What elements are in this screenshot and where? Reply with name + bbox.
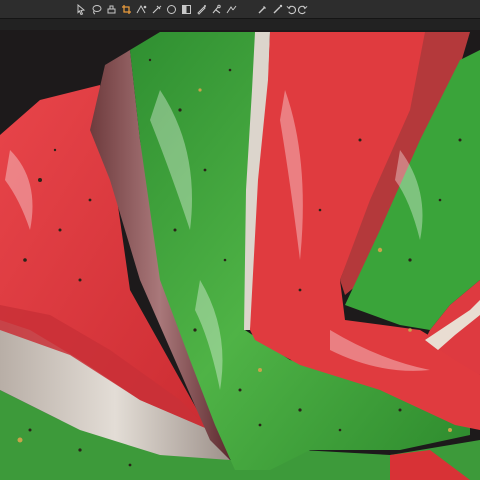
tool-group-right: [256, 3, 310, 15]
pipette-tool-icon: [258, 5, 266, 13]
lasso-tool-icon: [92, 4, 102, 14]
photo-editor-window: [0, 0, 480, 480]
brush-tool-button[interactable]: [105, 3, 118, 15]
undo-icon: [286, 5, 296, 14]
color-picker-icon: [152, 5, 162, 13]
text-tool-icon: [226, 5, 237, 13]
transform-tool-button[interactable]: [135, 3, 148, 15]
gradient-tool-icon: [167, 4, 176, 14]
tool-bar: [0, 0, 480, 19]
crop-tool-icon: [122, 4, 131, 14]
canvas-top-margin: [0, 19, 480, 30]
shape-tool-icon: [182, 4, 191, 14]
redo-icon: [298, 5, 308, 14]
pen-tool-button[interactable]: [195, 3, 208, 15]
color-picker-button[interactable]: [150, 3, 163, 15]
text-tool-button[interactable]: [225, 3, 238, 15]
transform-tool-icon: [136, 4, 147, 13]
redo-button[interactable]: [298, 3, 308, 15]
gradient-tool-button[interactable]: [165, 3, 178, 15]
eraser-tool-icon: [212, 4, 221, 13]
eraser-tool-button[interactable]: [210, 3, 223, 15]
undo-button[interactable]: [286, 3, 296, 15]
tool-group-left: [75, 3, 240, 15]
pipette-tool-button[interactable]: [256, 3, 269, 15]
photo-image: [0, 30, 480, 480]
pen-tool-icon: [197, 4, 206, 15]
image-canvas[interactable]: [0, 30, 480, 480]
heal-tool-icon: [273, 4, 283, 13]
select-tool-icon: [77, 3, 86, 15]
heal-tool-button[interactable]: [271, 3, 284, 15]
crop-tool-button[interactable]: [120, 3, 133, 15]
brush-tool-icon: [107, 5, 116, 13]
lasso-tool-button[interactable]: [90, 3, 103, 15]
shape-tool-button[interactable]: [180, 3, 193, 15]
select-tool-button[interactable]: [75, 3, 88, 15]
